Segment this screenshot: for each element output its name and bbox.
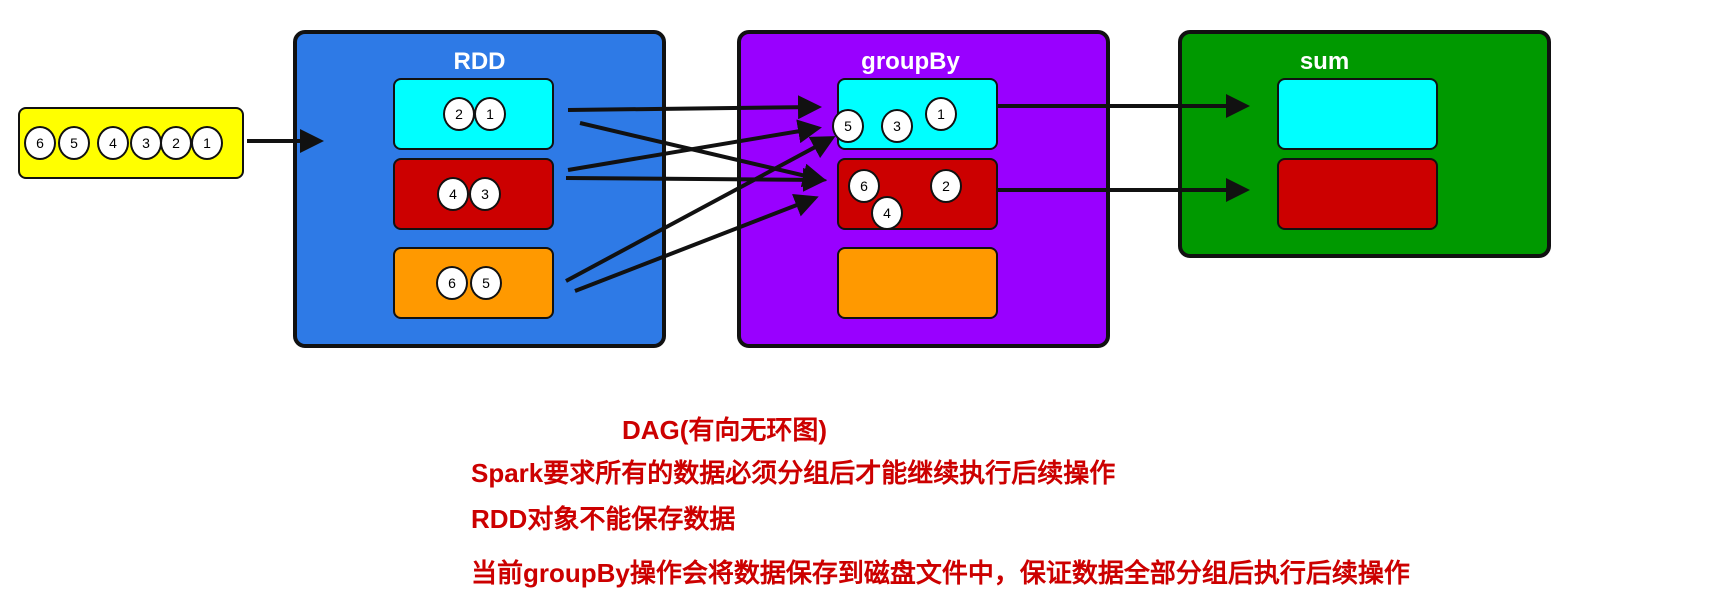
sum-partition-2	[1277, 158, 1438, 230]
groupby-partition-3	[837, 247, 998, 319]
note-dag: DAG(有向无环图)	[622, 415, 828, 445]
data-ball: 5	[832, 109, 864, 143]
groupby-partition-1: 5 3 1	[832, 78, 998, 150]
note-groupby-disk: 当前groupBy操作会将数据保存到磁盘文件中，保证数据全部分组后执行后续操作	[471, 558, 1410, 588]
data-ball: 1	[474, 97, 506, 131]
groupby-title: groupBy	[861, 48, 960, 75]
data-ball: 4	[437, 177, 469, 211]
rdd-partition-2: 4 3	[393, 158, 554, 230]
data-ball: 6	[436, 266, 468, 300]
data-ball: 3	[881, 109, 913, 143]
data-ball: 3	[469, 177, 501, 211]
data-ball: 2	[443, 97, 475, 131]
data-ball: 5	[470, 266, 502, 300]
note-group-requirement: Spark要求所有的数据必须分组后才能继续执行后续操作	[471, 458, 1116, 488]
data-ball: 6	[848, 169, 880, 203]
data-ball: 1	[191, 126, 223, 160]
data-ball: 3	[130, 126, 162, 160]
source-collection: 6 5 4 3 2 1	[18, 107, 244, 179]
rdd-title: RDD	[453, 48, 506, 75]
data-ball: 2	[160, 126, 192, 160]
data-ball: 4	[871, 196, 903, 230]
rdd-partition-1: 2 1	[393, 78, 554, 150]
sum-title: sum	[1299, 48, 1350, 75]
data-ball: 2	[930, 169, 962, 203]
groupby-stage: groupBy 5 3 1 6 2 4	[737, 30, 1110, 348]
sum-partition-1	[1277, 78, 1438, 150]
rdd-stage: RDD 2 1 4 3 6 5	[293, 30, 666, 348]
sum-stage: sum	[1178, 30, 1551, 258]
data-ball: 4	[97, 126, 129, 160]
groupby-partition-2: 6 2 4	[837, 158, 998, 230]
data-ball: 6	[24, 126, 56, 160]
data-ball: 5	[58, 126, 90, 160]
note-rdd-no-storage: RDD对象不能保存数据	[471, 504, 736, 534]
data-ball: 1	[925, 97, 957, 131]
rdd-partition-3: 6 5	[393, 247, 554, 319]
